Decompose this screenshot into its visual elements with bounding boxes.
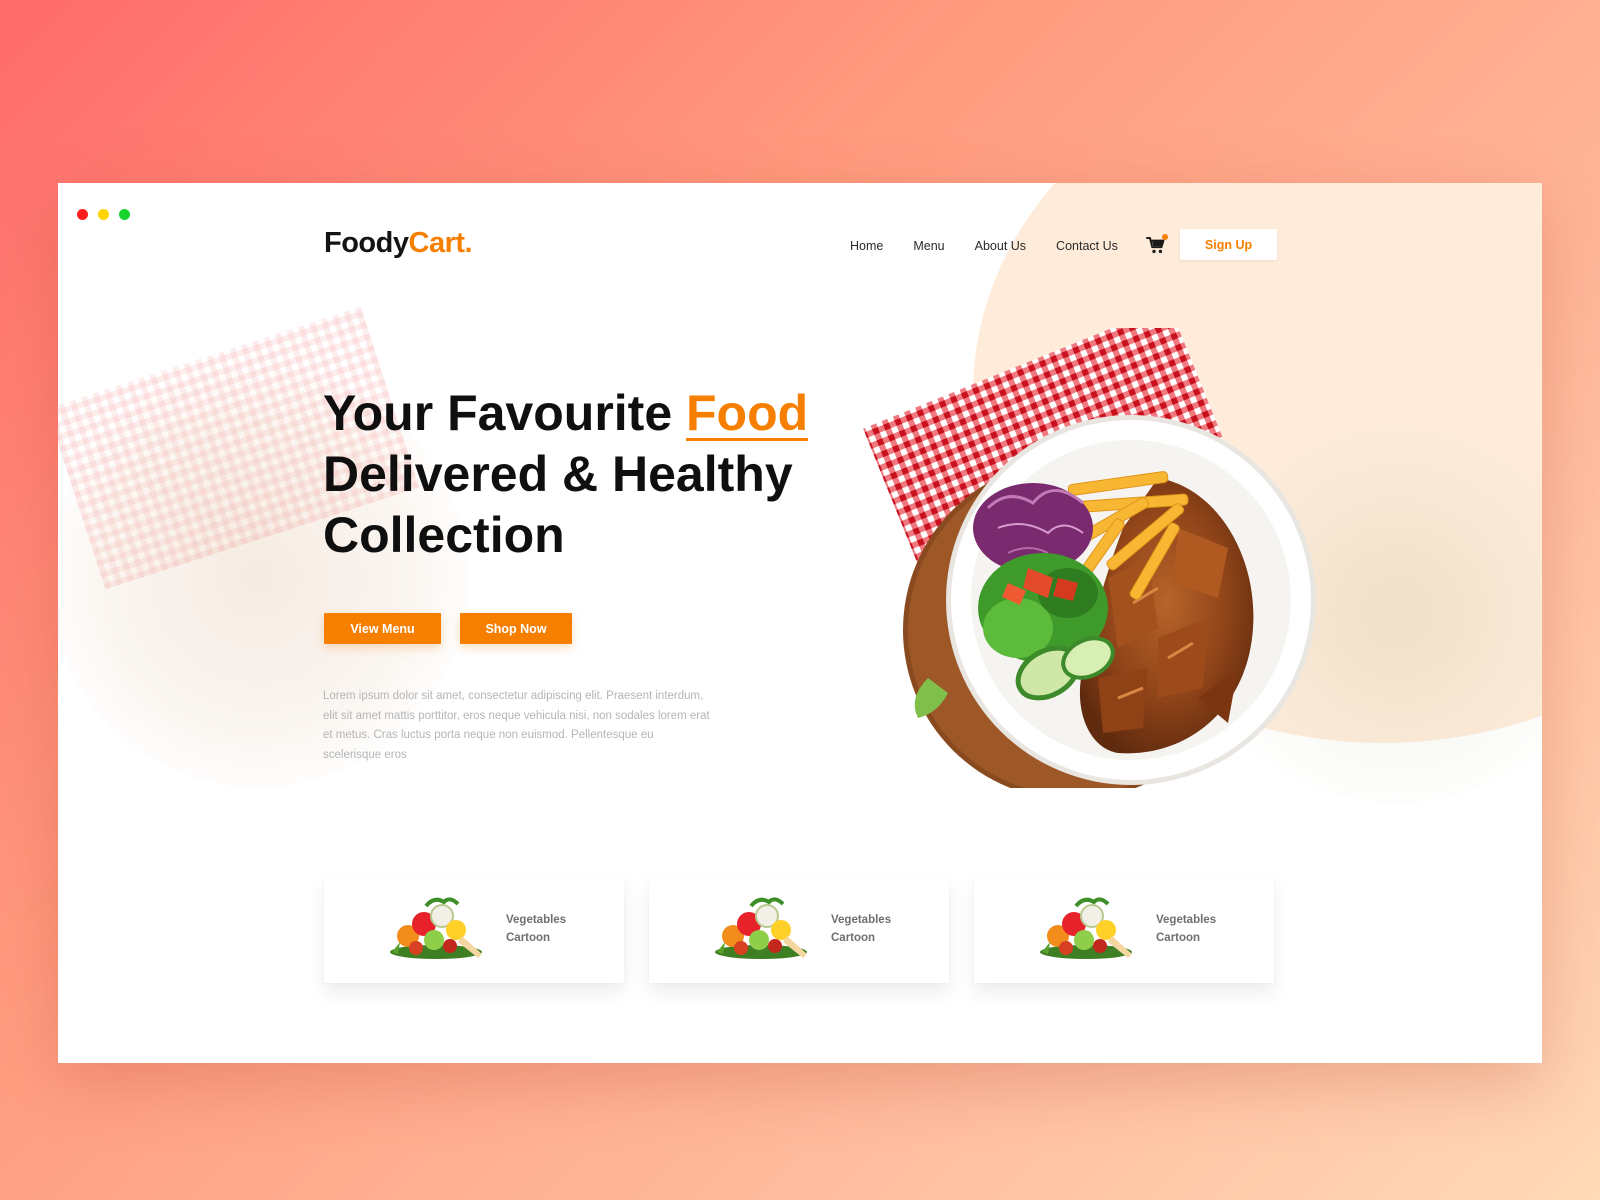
cart-icon[interactable]: [1145, 234, 1168, 257]
view-menu-button[interactable]: View Menu: [324, 613, 441, 644]
category-card[interactable]: Vegetables Cartoon: [974, 875, 1274, 983]
card-text: Vegetables Cartoon: [1156, 911, 1216, 947]
nav-link-menu[interactable]: Menu: [913, 239, 944, 253]
window-controls: [77, 209, 130, 220]
card-subtitle: Cartoon: [1156, 932, 1201, 944]
card-subtitle: Cartoon: [831, 932, 876, 944]
hero-title-line2: Delivered & Healthy: [323, 446, 793, 502]
vegetables-image: [715, 897, 807, 959]
logo[interactable]: FoodyCart.: [324, 227, 473, 260]
card-title: Vegetables: [1156, 914, 1217, 926]
nav-link-contact[interactable]: Contact Us: [1056, 239, 1118, 253]
category-card[interactable]: Vegetables Cartoon: [649, 875, 949, 983]
nav-link-home[interactable]: Home: [850, 239, 883, 253]
card-title: Vegetables: [506, 914, 567, 926]
category-cards: Vegetables Cartoon Vegetables Cartoon Ve…: [324, 875, 1274, 983]
cart-badge: [1161, 234, 1168, 240]
browser-window: FoodyCart. Home Menu About Us Contact Us…: [58, 183, 1542, 1063]
card-text: Vegetables Cartoon: [506, 911, 566, 947]
hero-title-highlight: Food: [686, 385, 809, 441]
logo-accent: Cart.: [408, 227, 473, 259]
card-text: Vegetables Cartoon: [831, 911, 891, 947]
card-title: Vegetables: [831, 914, 892, 926]
sign-up-button[interactable]: Sign Up: [1180, 229, 1277, 260]
maximize-window-button[interactable]: [119, 209, 130, 220]
hero-title-prefix: Your Favourite: [323, 385, 687, 441]
shop-now-button[interactable]: Shop Now: [460, 613, 572, 644]
minimize-window-button[interactable]: [98, 209, 109, 220]
vegetables-image: [390, 897, 482, 959]
card-subtitle: Cartoon: [506, 932, 551, 944]
hero-description: Lorem ipsum dolor sit amet, consectetur …: [323, 690, 710, 761]
hero-title-line3: Collection: [323, 507, 565, 563]
category-card[interactable]: Vegetables Cartoon: [324, 875, 624, 983]
hero-title: Your Favourite Food Delivered & Healthy …: [323, 383, 809, 566]
logo-main: Foody: [324, 227, 409, 259]
close-window-button[interactable]: [77, 209, 88, 220]
nav-link-about[interactable]: About Us: [975, 239, 1026, 253]
main-nav: Home Menu About Us Contact Us: [850, 234, 1204, 257]
vegetables-image: [1040, 897, 1132, 959]
food-plate-image: [863, 328, 1316, 788]
